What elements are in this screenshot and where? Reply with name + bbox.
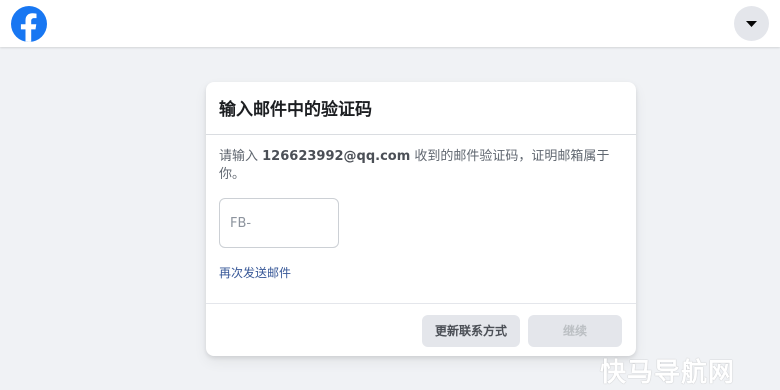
account-menu-button[interactable] (734, 6, 769, 41)
watermark: 快马导航网 (600, 358, 736, 388)
verification-code-input[interactable] (219, 198, 339, 248)
divider (206, 303, 636, 304)
caret-down-icon (746, 21, 757, 27)
description-prefix: 请输入 (219, 149, 263, 164)
top-navigation-bar (0, 0, 780, 47)
divider (206, 134, 636, 135)
email-address: 126623992@qq.com (262, 149, 411, 164)
dialog-title: 输入邮件中的验证码 (219, 100, 372, 120)
update-contact-button[interactable]: 更新联系方式 (422, 315, 520, 347)
continue-button[interactable]: 继续 (528, 315, 622, 347)
facebook-logo-icon[interactable] (11, 6, 47, 42)
verification-dialog: 输入邮件中的验证码 请输入 126623992@qq.com 收到的邮件验证码，… (206, 82, 636, 356)
resend-email-link[interactable]: 再次发送邮件 (219, 264, 291, 281)
dialog-description: 请输入 126623992@qq.com 收到的邮件验证码，证明邮箱属于你。 (219, 148, 619, 184)
